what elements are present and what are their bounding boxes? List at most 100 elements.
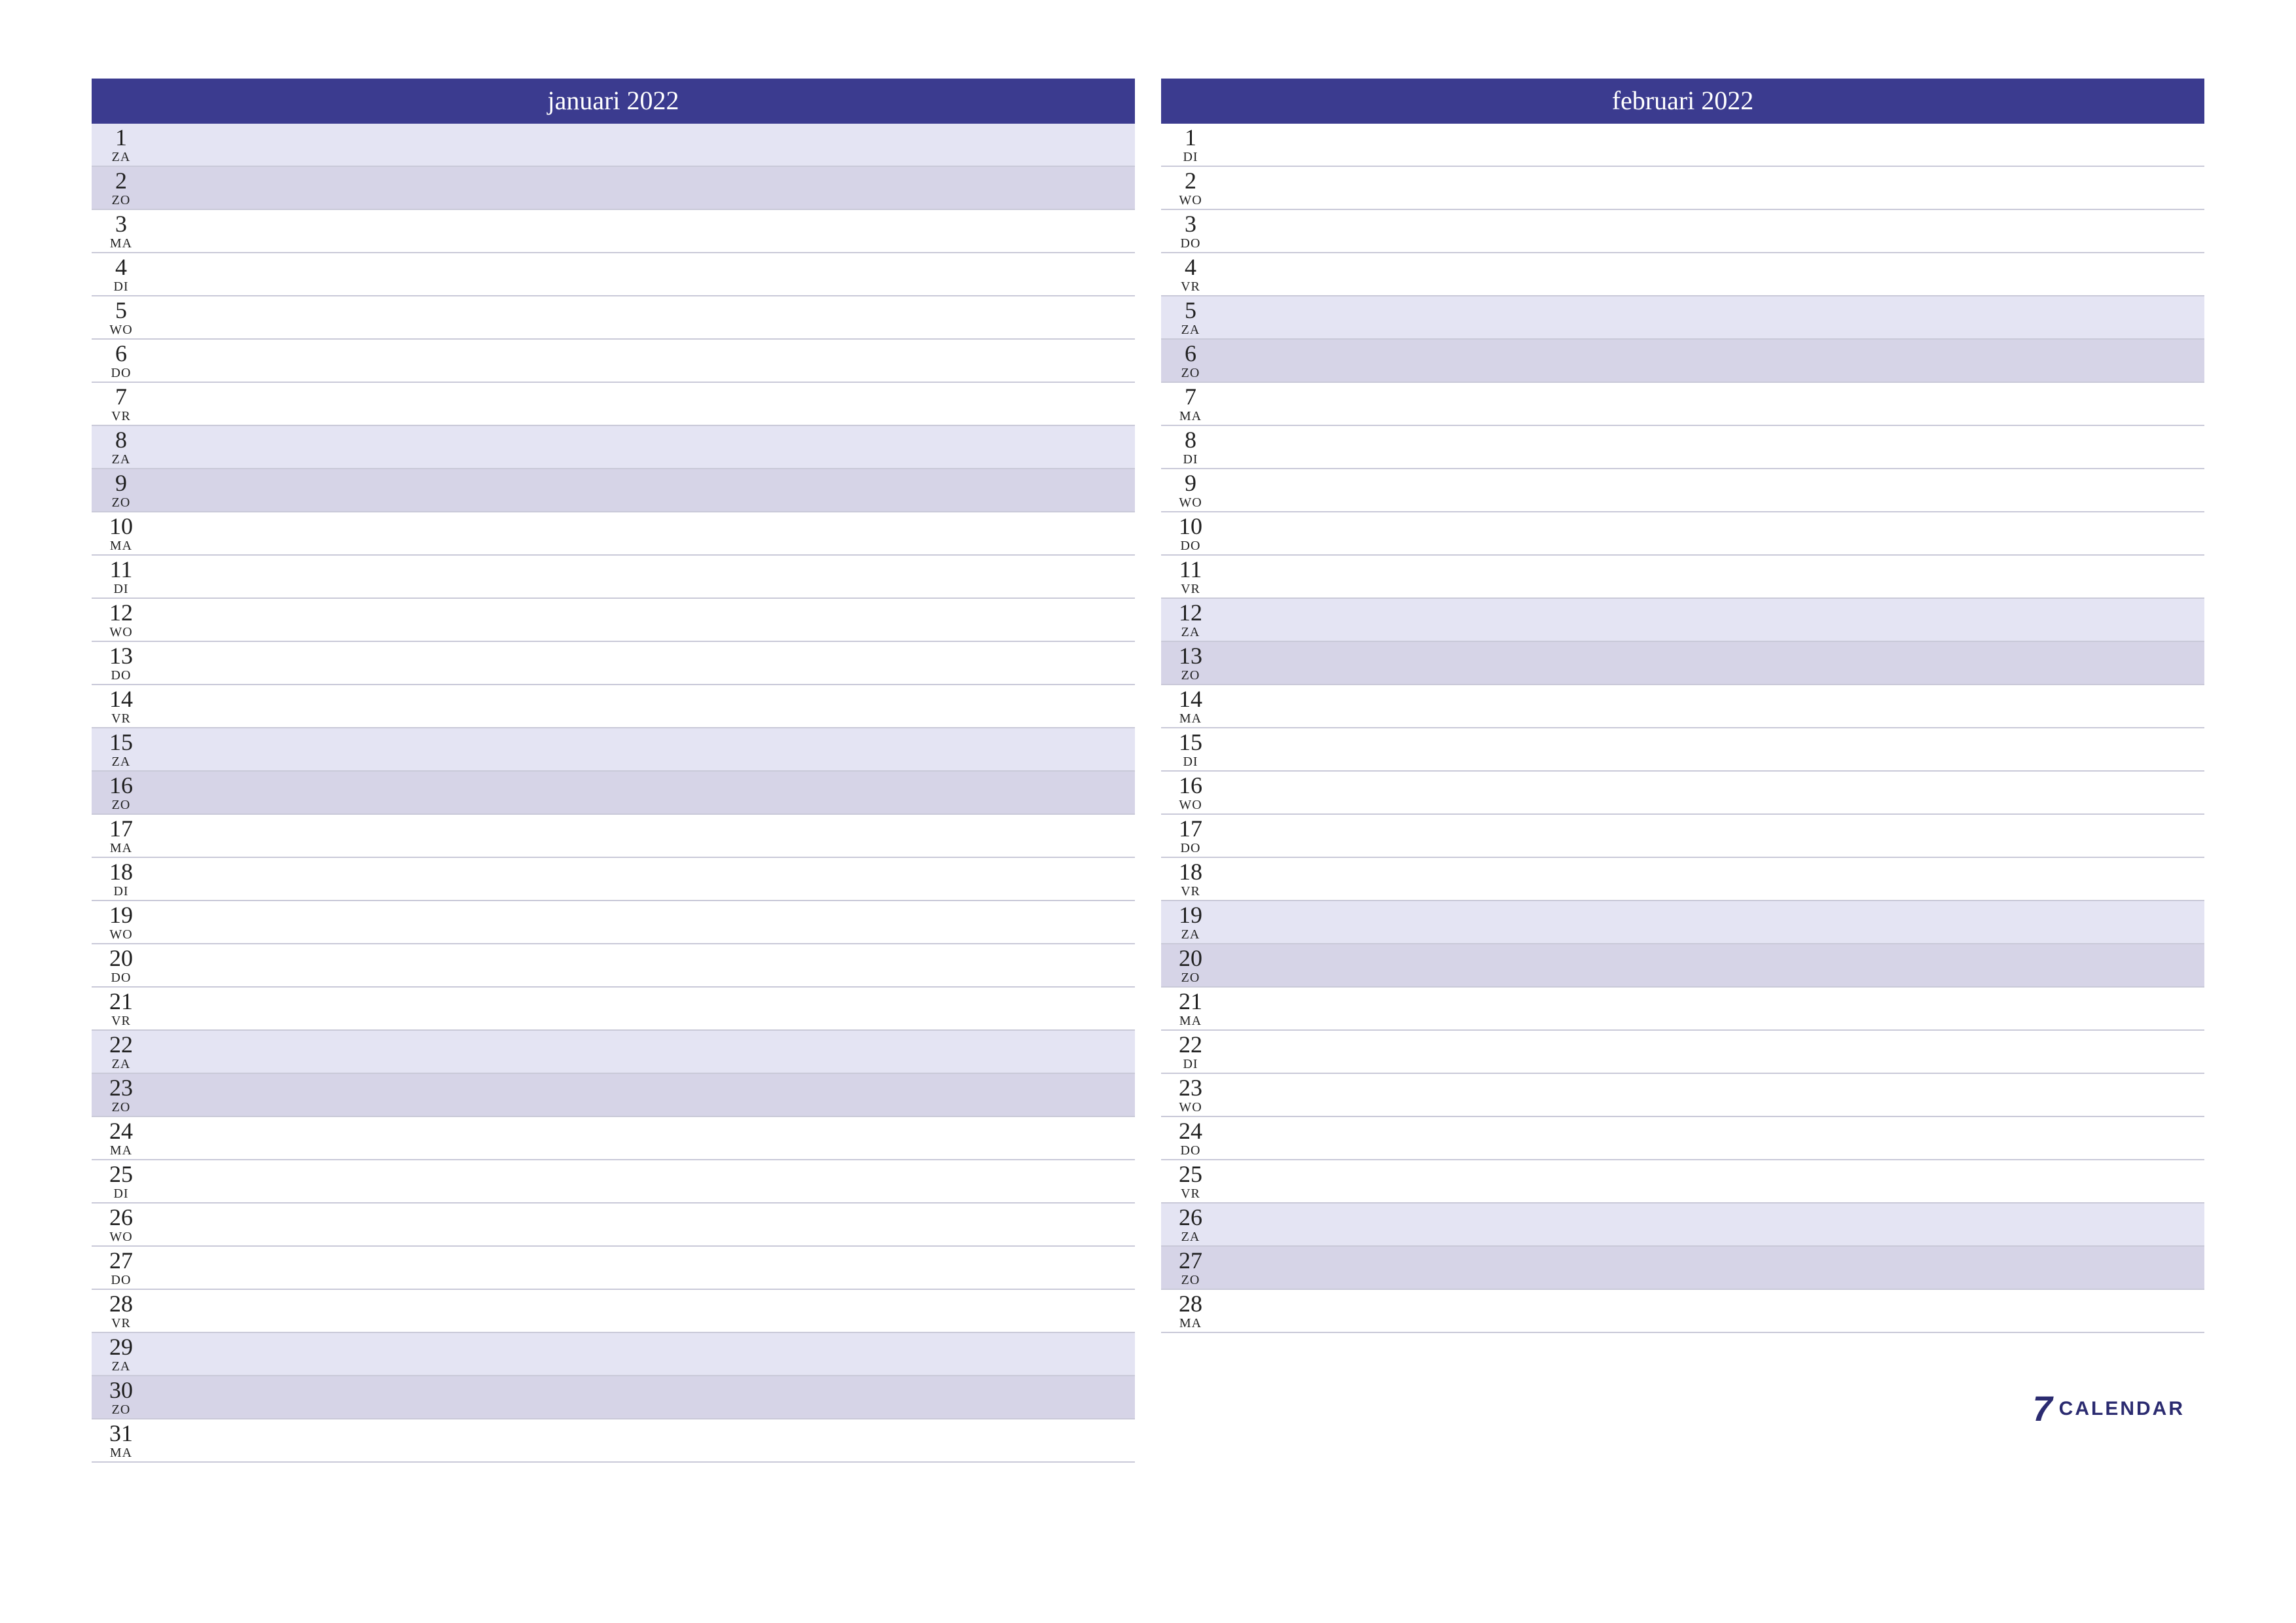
day-row: 18VR: [1161, 858, 2204, 901]
day-note-area: [151, 642, 1135, 684]
day-date-cell: 5WO: [92, 296, 151, 338]
day-note-area: [1221, 772, 2204, 813]
day-row: 13ZO: [1161, 642, 2204, 685]
day-row: 25DI: [92, 1160, 1135, 1204]
day-number: 16: [109, 774, 133, 797]
day-note-area: [151, 1031, 1135, 1073]
day-note-area: [151, 1376, 1135, 1418]
day-of-week: VR: [111, 1014, 131, 1027]
day-date-cell: 3MA: [92, 210, 151, 252]
day-row: 14MA: [1161, 685, 2204, 728]
day-date-cell: 22DI: [1161, 1031, 1221, 1073]
day-date-cell: 23ZO: [92, 1074, 151, 1116]
day-date-cell: 10DO: [1161, 512, 1221, 554]
day-note-area: [1221, 815, 2204, 857]
day-of-week: WO: [1179, 194, 1202, 207]
day-number: 27: [109, 1249, 133, 1272]
day-row: 20DO: [92, 944, 1135, 988]
day-date-cell: 7VR: [92, 383, 151, 425]
day-note-area: [1221, 426, 2204, 468]
day-number: 9: [1185, 471, 1196, 495]
day-date-cell: 1DI: [1161, 124, 1221, 166]
day-note-area: [151, 1333, 1135, 1375]
day-note-area: [151, 340, 1135, 382]
day-date-cell: 24MA: [92, 1117, 151, 1159]
day-row: 26WO: [92, 1204, 1135, 1247]
day-row: 31MA: [92, 1419, 1135, 1463]
day-of-week: DI: [1183, 151, 1198, 164]
day-number: 26: [109, 1205, 133, 1229]
day-number: 28: [109, 1292, 133, 1315]
day-number: 13: [1179, 644, 1202, 668]
day-row: 7VR: [92, 383, 1135, 426]
day-row: 7MA: [1161, 383, 2204, 426]
day-row: 11DI: [92, 556, 1135, 599]
day-note-area: [1221, 210, 2204, 252]
day-row: 24DO: [1161, 1117, 2204, 1160]
day-note-area: [151, 1074, 1135, 1116]
day-note-area: [151, 944, 1135, 986]
day-note-area: [151, 1419, 1135, 1461]
day-row: 4DI: [92, 253, 1135, 296]
day-number: 18: [1179, 860, 1202, 883]
day-note-area: [1221, 728, 2204, 770]
day-of-week: MA: [110, 842, 132, 855]
day-row: 22ZA: [92, 1031, 1135, 1074]
day-number: 10: [109, 514, 133, 538]
day-row: 19ZA: [1161, 901, 2204, 944]
day-number: 25: [109, 1162, 133, 1186]
day-number: 11: [110, 558, 133, 581]
day-number: 24: [109, 1119, 133, 1143]
day-row: 9ZO: [92, 469, 1135, 512]
day-row: 21VR: [92, 988, 1135, 1031]
day-date-cell: 22ZA: [92, 1031, 151, 1073]
day-of-week: DO: [111, 669, 132, 682]
day-number: 4: [1185, 255, 1196, 279]
day-note-area: [151, 469, 1135, 511]
day-date-cell: 9ZO: [92, 469, 151, 511]
day-row: 1ZA: [92, 124, 1135, 167]
day-number: 13: [109, 644, 133, 668]
day-of-week: WO: [109, 928, 132, 941]
day-of-week: ZA: [112, 1360, 131, 1373]
day-number: 12: [1179, 601, 1202, 624]
day-number: 10: [1179, 514, 1202, 538]
day-date-cell: 25VR: [1161, 1160, 1221, 1202]
day-number: 30: [109, 1378, 133, 1402]
day-number: 14: [1179, 687, 1202, 711]
logo-text: CALENDAR: [2059, 1398, 2185, 1420]
day-row: 2WO: [1161, 167, 2204, 210]
day-of-week: MA: [110, 237, 132, 250]
day-of-week: DO: [1181, 842, 1201, 855]
day-date-cell: 20ZO: [1161, 944, 1221, 986]
day-row: 21MA: [1161, 988, 2204, 1031]
day-date-cell: 13DO: [92, 642, 151, 684]
day-number: 20: [1179, 946, 1202, 970]
day-of-week: WO: [109, 626, 132, 639]
day-note-area: [151, 167, 1135, 209]
day-date-cell: 21VR: [92, 988, 151, 1029]
day-note-area: [1221, 253, 2204, 295]
day-note-area: [1221, 340, 2204, 382]
month-days: 1ZA2ZO3MA4DI5WO6DO7VR8ZA9ZO10MA11DI12WO1…: [92, 124, 1135, 1463]
day-of-week: DO: [1181, 237, 1201, 250]
day-date-cell: 14VR: [92, 685, 151, 727]
day-of-week: MA: [110, 539, 132, 552]
day-note-area: [151, 858, 1135, 900]
day-number: 9: [115, 471, 127, 495]
day-number: 8: [115, 428, 127, 452]
day-of-week: MA: [1179, 1317, 1202, 1330]
day-date-cell: 29ZA: [92, 1333, 151, 1375]
day-note-area: [1221, 901, 2204, 943]
day-number: 15: [109, 730, 133, 754]
day-row: 28MA: [1161, 1290, 2204, 1333]
day-of-week: MA: [1179, 410, 1202, 423]
day-of-week: ZO: [1181, 669, 1200, 682]
day-row: 30ZO: [92, 1376, 1135, 1419]
day-date-cell: 11VR: [1161, 556, 1221, 597]
day-number: 4: [115, 255, 127, 279]
day-of-week: ZA: [112, 151, 131, 164]
day-row: 4VR: [1161, 253, 2204, 296]
day-of-week: ZO: [112, 194, 131, 207]
day-note-area: [151, 1290, 1135, 1332]
